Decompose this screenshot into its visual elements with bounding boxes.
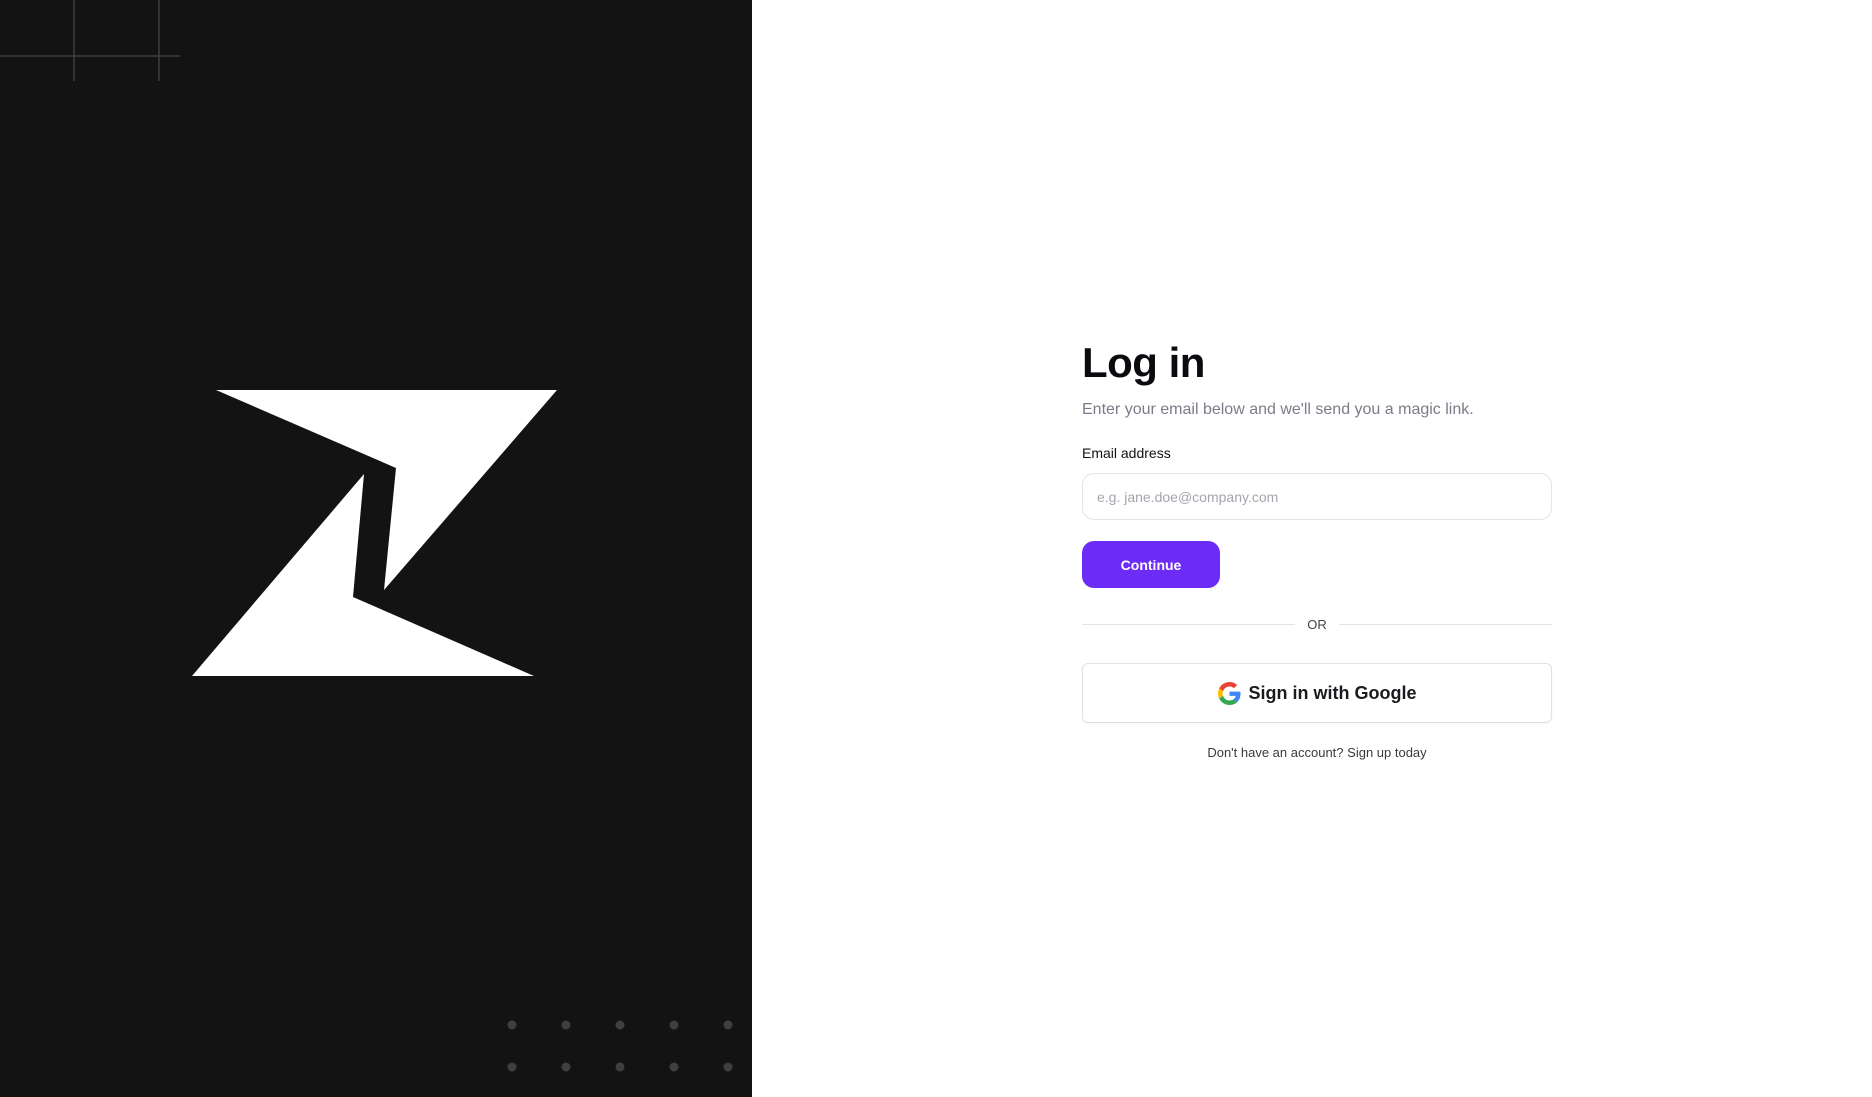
google-g-icon: [1217, 681, 1241, 705]
divider-line-left: [1082, 623, 1296, 625]
login-panel: Log in Enter your email below and we'll …: [752, 0, 1872, 1097]
email-input[interactable]: [1082, 473, 1552, 520]
signup-prompt-text: Don't have an account?: [1207, 745, 1344, 760]
email-label: Email address: [1082, 445, 1171, 461]
page-subtitle: Enter your email below and we'll send yo…: [1082, 401, 1474, 418]
brand-panel: [0, 0, 752, 1097]
divider-line-right: [1338, 623, 1552, 625]
signup-prompt: Don't have an account? Sign up today: [1082, 745, 1552, 760]
brand-logo-icon: [192, 390, 557, 676]
or-divider: OR: [1082, 615, 1552, 633]
continue-button[interactable]: Continue: [1082, 541, 1220, 588]
corner-grid-lines: [0, 0, 180, 81]
page-title: Log in: [1082, 339, 1205, 386]
dot-grid-decoration: [507, 1020, 733, 1072]
google-button-label: Sign in with Google: [1248, 682, 1417, 703]
divider-text: OR: [1307, 616, 1327, 632]
login-form: Log in Enter your email below and we'll …: [1082, 338, 1552, 760]
google-sign-in-button[interactable]: Sign in with Google: [1082, 663, 1552, 723]
signup-link[interactable]: Sign up today: [1347, 745, 1427, 760]
login-page: Log in Enter your email below and we'll …: [0, 0, 1872, 1097]
